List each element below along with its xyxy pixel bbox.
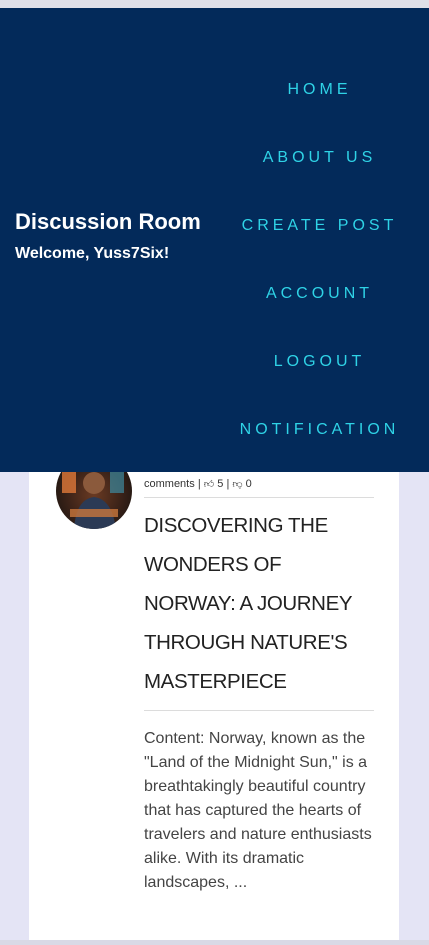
welcome-message: Welcome, Yuss7Six! [15,245,170,262]
top-strip [0,0,429,8]
nav-home[interactable]: HOME [215,68,424,136]
post-card: comments | 👍︎ 5 | 👎︎ 0 DISCOVERING THE W… [29,448,399,940]
thumbs-up-icon[interactable]: 👍︎ [204,479,214,490]
nav-logout[interactable]: LOGOUT [215,340,424,408]
likes-count: 5 [217,478,224,490]
nav-notification[interactable]: NOTIFICATION [215,408,424,476]
dislikes-count: 0 [245,478,252,490]
thumbs-down-icon[interactable]: 👎︎ [232,479,242,490]
nav-account[interactable]: ACCOUNT [215,272,424,340]
title-divider [144,710,374,711]
post-content: Content: Norway, known as the "Land of t… [144,730,372,891]
comments-link[interactable]: comments [144,478,195,490]
post-title[interactable]: DISCOVERING THE WONDERS OF NORWAY: A JOU… [144,506,374,701]
site-title: Discussion Room [15,209,201,234]
bottom-strip [0,940,429,945]
site-header: Discussion Room Welcome, Yuss7Six! HOME … [0,8,429,472]
brand-block: Discussion Room Welcome, Yuss7Six! [15,204,215,266]
post-meta: comments | 👍︎ 5 | 👎︎ 0 [144,476,374,498]
nav-create-post[interactable]: CREATE POST [215,204,424,272]
nav-about-us[interactable]: ABOUT US [215,136,424,204]
main-nav: HOME ABOUT US CREATE POST ACCOUNT LOGOUT… [215,68,424,476]
